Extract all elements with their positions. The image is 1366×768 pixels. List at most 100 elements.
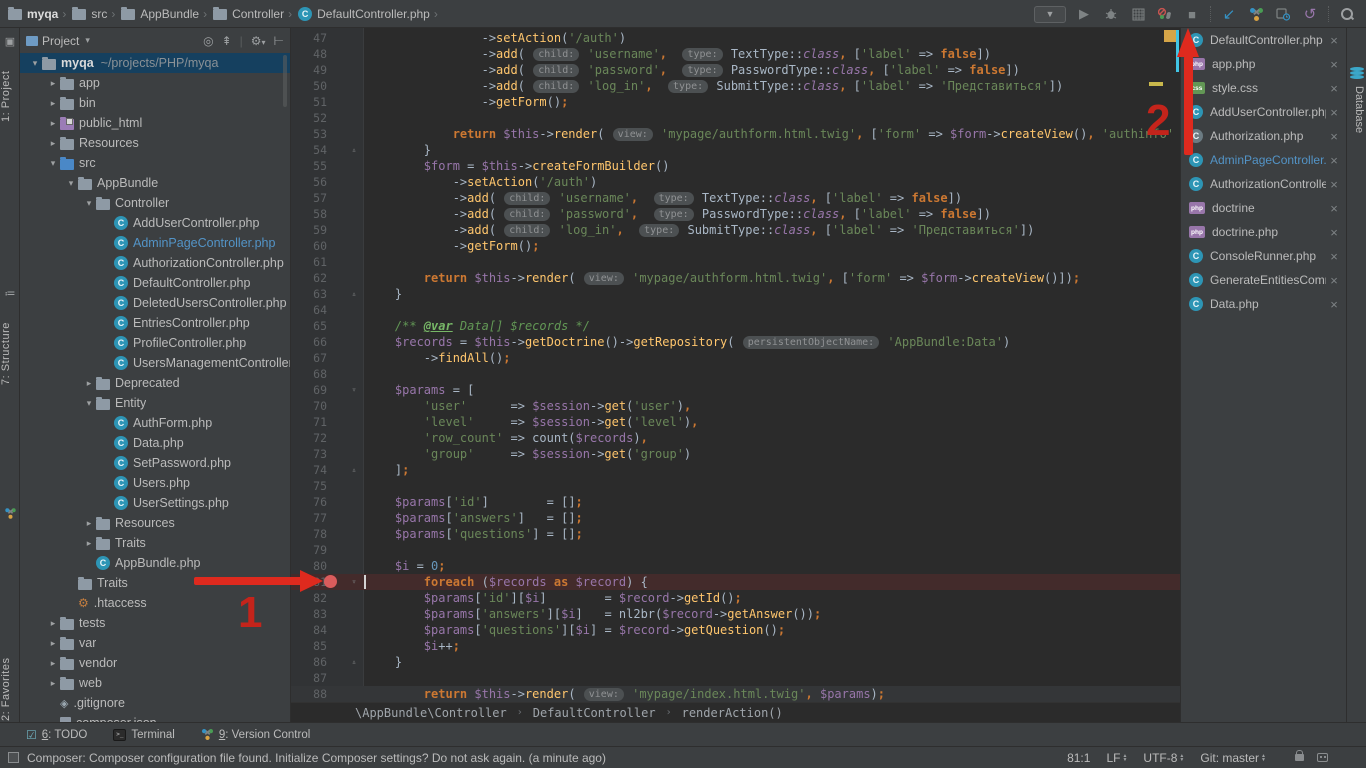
tree-item[interactable]: CEntriesController.php bbox=[20, 313, 291, 333]
vcs-stripe-icon[interactable] bbox=[3, 506, 17, 520]
toolwindow-tab-terminal[interactable]: >_ Terminal bbox=[113, 729, 174, 741]
fold-marker-icon[interactable]: ▵ bbox=[347, 286, 361, 302]
fold-marker-icon[interactable]: ▿ bbox=[347, 574, 361, 590]
editor-breadcrumb-item[interactable]: DefaultController bbox=[533, 706, 656, 720]
code-line[interactable]: 54▵ } bbox=[291, 142, 1180, 158]
toolwindow-tab-project[interactable]: 1: Project bbox=[0, 50, 20, 142]
line-ending-widget[interactable]: LF▲▼ bbox=[1106, 751, 1127, 765]
close-icon[interactable]: × bbox=[1326, 225, 1342, 240]
line-number[interactable]: 63 bbox=[291, 286, 327, 302]
line-number[interactable]: 68 bbox=[291, 366, 327, 382]
code-line[interactable]: 63▵ } bbox=[291, 286, 1180, 302]
open-file-item[interactable]: CAuthorization.php× bbox=[1181, 124, 1346, 148]
open-file-item[interactable]: CAuthorizationController.php× bbox=[1181, 172, 1346, 196]
code-line[interactable]: 48 ->add( child: 'username', type: TextT… bbox=[291, 46, 1180, 62]
tree-item[interactable]: ▸bin bbox=[20, 93, 291, 113]
line-number[interactable]: 58 bbox=[291, 206, 327, 222]
editor-breadcrumb-item[interactable]: \AppBundle\Controller bbox=[355, 706, 507, 720]
collapse-all-icon[interactable]: ⇞ bbox=[222, 34, 232, 48]
code-line[interactable]: 84 $params['questions'][$i] = $record->g… bbox=[291, 622, 1180, 638]
tree-item[interactable]: CAuthorizationController.php bbox=[20, 253, 291, 273]
tree-item[interactable]: ▾Controller bbox=[20, 193, 291, 213]
code-line[interactable]: 60 ->getForm(); bbox=[291, 238, 1180, 254]
code-line[interactable]: 58 ->add( child: 'password', type: Passw… bbox=[291, 206, 1180, 222]
stop-icon[interactable]: ■ bbox=[1183, 5, 1201, 23]
tree-item[interactable]: CAuthForm.php bbox=[20, 413, 291, 433]
code-line[interactable]: 82 $params['id'][$i] = $record->getId(); bbox=[291, 590, 1180, 606]
tree-item[interactable]: CProfileController.php bbox=[20, 333, 291, 353]
close-icon[interactable]: × bbox=[1326, 81, 1342, 96]
attach-debugger-icon[interactable] bbox=[1156, 5, 1174, 23]
fold-marker-icon[interactable]: ▿ bbox=[347, 382, 361, 398]
tree-item[interactable]: ▸web bbox=[20, 673, 291, 693]
open-file-item[interactable]: phpdoctrine× bbox=[1181, 196, 1346, 220]
code-line[interactable]: 86▵ } bbox=[291, 654, 1180, 670]
open-file-item[interactable]: CConsoleRunner.php× bbox=[1181, 244, 1346, 268]
tree-item[interactable]: ▸Deprecated bbox=[20, 373, 291, 393]
close-icon[interactable]: × bbox=[1326, 57, 1342, 72]
expanded-arrow-icon[interactable]: ▾ bbox=[82, 198, 96, 209]
open-file-item[interactable]: cssstyle.css× bbox=[1181, 76, 1346, 100]
code-line[interactable]: 87 bbox=[291, 670, 1180, 686]
collapsed-arrow-icon[interactable]: ▸ bbox=[46, 658, 60, 669]
expanded-arrow-icon[interactable]: ▾ bbox=[82, 398, 96, 409]
line-number[interactable]: 47 bbox=[291, 30, 327, 46]
tree-item[interactable]: CData.php bbox=[20, 433, 291, 453]
tree-item[interactable]: ▸Resources bbox=[20, 513, 291, 533]
code-line[interactable]: 51 ->getForm(); bbox=[291, 94, 1180, 110]
line-number[interactable]: 65 bbox=[291, 318, 327, 334]
close-icon[interactable]: × bbox=[1326, 105, 1342, 120]
toolwindow-tab-todo[interactable]: ☑ 6: TODO bbox=[26, 728, 87, 742]
code-line[interactable]: 53 return $this->render( view: 'mypage/a… bbox=[291, 126, 1180, 142]
run-icon[interactable]: ▶ bbox=[1075, 5, 1093, 23]
code-line[interactable]: 85 $i++; bbox=[291, 638, 1180, 654]
code-area[interactable]: 47 ->setAction('/auth')48 ->add( child: … bbox=[291, 30, 1180, 702]
code-line[interactable]: 76 $params['id'] = []; bbox=[291, 494, 1180, 510]
line-number[interactable]: 50 bbox=[291, 78, 327, 94]
line-number[interactable]: 61 bbox=[291, 254, 327, 270]
collapsed-arrow-icon[interactable]: ▸ bbox=[46, 118, 60, 129]
line-number[interactable]: 87 bbox=[291, 670, 327, 686]
tree-item[interactable]: ▸public_html bbox=[20, 113, 291, 133]
tree-item[interactable]: CUsers.php bbox=[20, 473, 291, 493]
code-line[interactable]: 64 bbox=[291, 302, 1180, 318]
gear-icon[interactable]: ⚙▾ bbox=[251, 34, 266, 48]
tree-item[interactable]: ▾src bbox=[20, 153, 291, 173]
code-line[interactable]: 69▿ $params = [ bbox=[291, 382, 1180, 398]
line-number[interactable]: 79 bbox=[291, 542, 327, 558]
code-line[interactable]: 62 return $this->render( view: 'mypage/a… bbox=[291, 270, 1180, 286]
code-line[interactable]: 70 'user' => $session->get('user'), bbox=[291, 398, 1180, 414]
tree-item[interactable]: ▸Traits bbox=[20, 533, 291, 553]
tree-item[interactable]: ▾AppBundle bbox=[20, 173, 291, 193]
open-file-item[interactable]: phpdoctrine.php× bbox=[1181, 220, 1346, 244]
fold-marker-icon[interactable]: ▵ bbox=[347, 142, 361, 158]
hide-panel-icon[interactable]: ⊢ bbox=[274, 34, 284, 48]
breadcrumb-item[interactable]: Controller bbox=[213, 7, 284, 21]
code-line[interactable]: 57 ->add( child: 'username', type: TextT… bbox=[291, 190, 1180, 206]
line-number[interactable]: 59 bbox=[291, 222, 327, 238]
debug-bug-icon[interactable] bbox=[1102, 5, 1120, 23]
tree-item[interactable]: CAddUserController.php bbox=[20, 213, 291, 233]
tree-item[interactable]: CAdminPageController.php bbox=[20, 233, 291, 253]
project-scrollbar-thumb[interactable] bbox=[283, 55, 287, 107]
tree-item[interactable]: CSetPassword.php bbox=[20, 453, 291, 473]
line-number[interactable]: 70 bbox=[291, 398, 327, 414]
line-number[interactable]: 74 bbox=[291, 462, 327, 478]
line-number[interactable]: 57 bbox=[291, 190, 327, 206]
code-line[interactable]: 61 bbox=[291, 254, 1180, 270]
close-icon[interactable]: × bbox=[1326, 249, 1342, 264]
line-number[interactable]: 86 bbox=[291, 654, 327, 670]
close-icon[interactable]: × bbox=[1326, 177, 1342, 192]
breadcrumb-item[interactable]: AppBundle bbox=[121, 7, 199, 21]
expanded-arrow-icon[interactable]: ▾ bbox=[46, 158, 60, 169]
tree-item[interactable]: composer.json bbox=[20, 713, 291, 722]
line-number[interactable]: 71 bbox=[291, 414, 327, 430]
tree-item[interactable]: ▸Resources bbox=[20, 133, 291, 153]
code-line[interactable]: 47 ->setAction('/auth') bbox=[291, 30, 1180, 46]
tree-item[interactable]: ▾myqa~/projects/PHP/myqa bbox=[20, 53, 291, 73]
close-icon[interactable]: × bbox=[1326, 201, 1342, 216]
code-line[interactable]: 66 $records = $this->getDoctrine()->getR… bbox=[291, 334, 1180, 350]
project-panel-title[interactable]: Project bbox=[42, 34, 79, 48]
code-line[interactable]: 65 /** @var Data[] $records */ bbox=[291, 318, 1180, 334]
coverage-icon[interactable] bbox=[1129, 5, 1147, 23]
